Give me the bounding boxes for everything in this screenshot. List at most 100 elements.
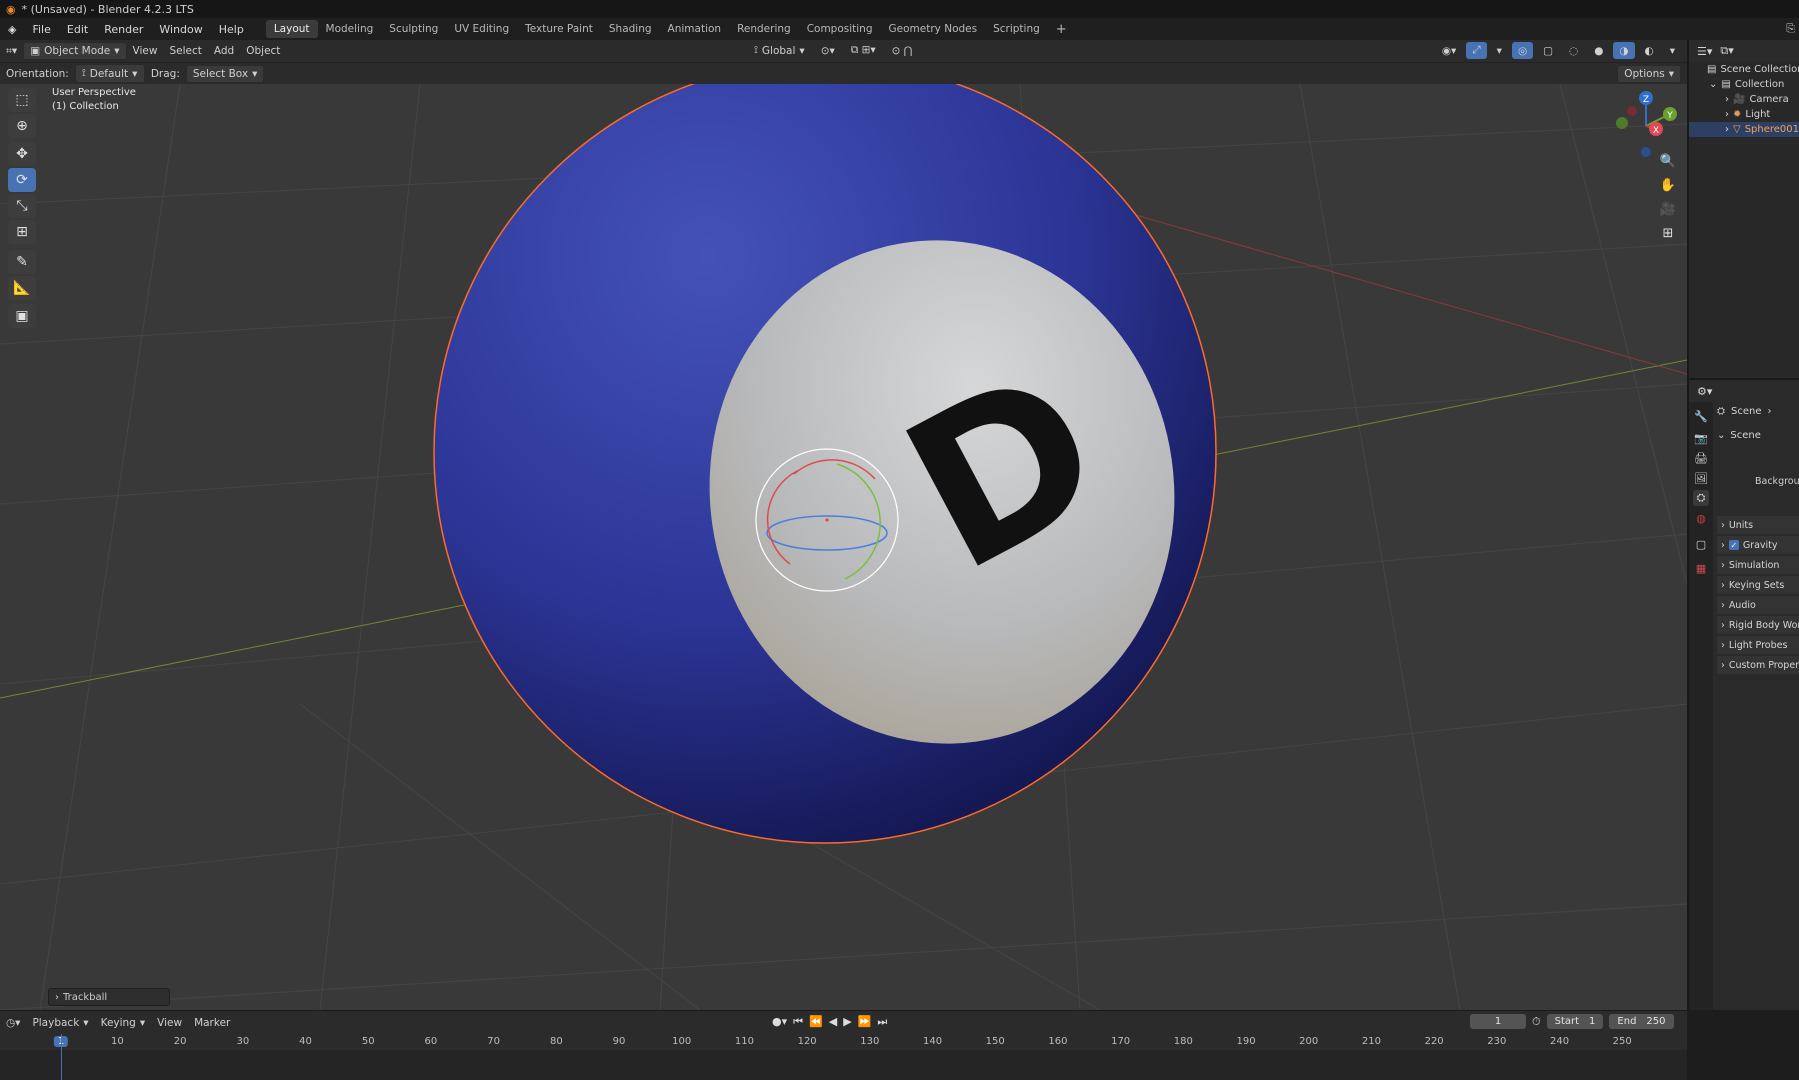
ortho-perspective-icon[interactable]: ⊞ — [1656, 222, 1680, 244]
blender-menu-icon[interactable]: ◈ — [0, 23, 24, 36]
display-mode-icon[interactable]: ⧉▾ — [1720, 44, 1733, 58]
panel-custom-properties[interactable]: ›Custom Properties — [1717, 656, 1799, 674]
menu-select[interactable]: Select — [163, 43, 207, 59]
world-tab-icon[interactable]: ◍ — [1693, 510, 1709, 526]
timeline-view-menu[interactable]: View — [151, 1015, 188, 1031]
menu-object[interactable]: Object — [240, 43, 286, 59]
transform-orientation-select[interactable]: ⟟ Global ▾ — [748, 42, 811, 59]
menu-edit[interactable]: Edit — [59, 23, 96, 36]
pivot-point-icon[interactable]: ⊙▾ — [815, 42, 841, 59]
render-tab-icon[interactable]: 📷 — [1693, 430, 1709, 446]
editor-type-icon[interactable]: ⌗▾ — [0, 43, 23, 60]
outliner-item-collection[interactable]: ⌄ ▤ Collection — [1689, 77, 1799, 92]
playback-menu[interactable]: Playback ▾ — [26, 1015, 94, 1031]
play-reverse-icon[interactable]: ◀ — [829, 1015, 837, 1029]
keying-menu[interactable]: Keying ▾ — [95, 1015, 152, 1031]
panel-light-probes[interactable]: › Light Probes — [1717, 636, 1799, 654]
tab-compositing[interactable]: Compositing — [799, 20, 881, 38]
marker-menu[interactable]: Marker — [188, 1015, 236, 1031]
tab-scripting[interactable]: Scripting — [985, 20, 1048, 38]
transform-tool-icon[interactable]: ⊞ — [8, 220, 36, 244]
chevron-down-icon[interactable]: ⌄ — [1709, 79, 1717, 90]
material-shading-icon[interactable]: ◑ — [1613, 42, 1635, 59]
tab-uv-editing[interactable]: UV Editing — [446, 20, 517, 38]
auto-keying-icon[interactable]: ●▾ — [772, 1015, 787, 1029]
cursor-tool-icon[interactable]: ⊕ — [8, 114, 36, 138]
proportional-edit-icon[interactable]: ⊙ ⋂ — [886, 42, 919, 59]
outliner-item-light[interactable]: › ✹ Light — [1689, 107, 1799, 122]
collection-tab-icon[interactable]: ▢ — [1693, 536, 1709, 552]
tab-texture-paint[interactable]: Texture Paint — [517, 20, 601, 38]
visibility-icon[interactable]: ◉▾ — [1436, 42, 1462, 59]
start-frame-field[interactable]: Start 1 — [1546, 1014, 1604, 1029]
menu-file[interactable]: File — [24, 23, 58, 36]
overlay-toggle-icon[interactable]: ◎ — [1511, 42, 1534, 59]
panel-audio[interactable]: › Audio — [1717, 596, 1799, 614]
billiard-ball[interactable]: D — [433, 84, 1217, 844]
gravity-checkbox[interactable]: ✓ — [1728, 540, 1739, 550]
playhead-line[interactable] — [61, 1034, 62, 1080]
menu-help[interactable]: Help — [211, 23, 252, 36]
output-tab-icon[interactable]: 🖨 — [1693, 450, 1709, 466]
frame-ruler[interactable]: 1102030405060708090100110120130140150160… — [0, 1034, 1687, 1050]
outliner-editor-icon[interactable]: ☰▾ — [1697, 45, 1712, 58]
scene-panel-header[interactable]: ⌄ Scene — [1717, 430, 1761, 441]
timeline-editor-icon[interactable]: ◷▾ — [0, 1015, 26, 1031]
panel-rigid-body-world[interactable]: ›Rigid Body World — [1717, 616, 1799, 634]
menu-add[interactable]: Add — [208, 43, 240, 59]
drag-select[interactable]: Select Box ▾ — [185, 64, 265, 83]
panel-units[interactable]: › Units — [1717, 516, 1799, 534]
tab-sculpting[interactable]: Sculpting — [381, 20, 446, 38]
select-box-tool-icon[interactable]: ⬚ — [8, 88, 36, 112]
panel-simulation[interactable]: › Simulation — [1717, 556, 1799, 574]
menu-window[interactable]: Window — [151, 23, 210, 36]
jump-end-icon[interactable]: ⏭ — [877, 1015, 887, 1029]
orientation-select[interactable]: ⟟ Default ▾ — [74, 64, 145, 83]
current-frame-field[interactable]: 1 — [1470, 1014, 1526, 1029]
xray-icon[interactable]: ▢ — [1537, 42, 1559, 59]
rotate-tool-icon[interactable]: ⟳ — [8, 168, 36, 192]
view-layer-tab-icon[interactable]: 🖼 — [1693, 470, 1709, 486]
scene-tab-icon[interactable]: ⛭ — [1693, 490, 1709, 506]
outliner-item-camera[interactable]: › 🎥 Camera — [1689, 92, 1799, 107]
outliner-item-sphere001[interactable]: › ▽ Sphere001 — [1689, 122, 1799, 137]
add-workspace-button[interactable]: + — [1048, 19, 1075, 40]
tab-geometry-nodes[interactable]: Geometry Nodes — [881, 20, 986, 38]
pan-hand-icon[interactable]: ✋ — [1656, 174, 1680, 196]
annotate-tool-icon[interactable]: ✎ — [8, 250, 36, 274]
jump-keyframe-forward-icon[interactable]: ⏩ — [858, 1015, 872, 1029]
panel-keying-sets[interactable]: › Keying Sets — [1717, 576, 1799, 594]
gizmo-dropdown-icon[interactable]: ▾ — [1491, 42, 1508, 59]
menu-render[interactable]: Render — [96, 23, 151, 36]
properties-editor-icon[interactable]: ⚙▾ — [1697, 385, 1712, 398]
play-icon[interactable]: ▶ — [843, 1015, 851, 1029]
panel-gravity[interactable]: › ✓ Gravity — [1717, 536, 1799, 554]
chevron-right-icon[interactable]: › — [1725, 94, 1729, 105]
snap-icon[interactable]: ⧉ ⊞▾ — [845, 42, 882, 59]
jump-keyframe-back-icon[interactable]: ⏪ — [809, 1015, 823, 1029]
last-operator-panel[interactable]: › Trackball — [48, 988, 170, 1006]
move-tool-icon[interactable]: ✥ — [8, 142, 36, 166]
tab-layout[interactable]: Layout — [265, 20, 318, 38]
add-cube-tool-icon[interactable]: ▣ — [8, 304, 36, 328]
chevron-right-icon[interactable]: › — [1725, 109, 1729, 120]
viewport-canvas[interactable]: D Z Y X — [0, 84, 1687, 1010]
gizmo-toggle-icon[interactable]: ⤢ — [1466, 42, 1487, 59]
measure-tool-icon[interactable]: 📐 — [8, 276, 36, 300]
tab-animation[interactable]: Animation — [660, 20, 730, 38]
mode-select[interactable]: ▣ Object Mode ▾ — [23, 42, 127, 60]
scene-selector-icon[interactable]: ⎘ — [1786, 22, 1795, 36]
texture-tab-icon[interactable]: ▦ — [1693, 560, 1709, 576]
shading-dropdown-icon[interactable]: ▾ — [1664, 42, 1681, 59]
camera-view-icon[interactable]: 🎥 — [1656, 198, 1680, 220]
wireframe-shading-icon[interactable]: ◌ — [1563, 42, 1584, 59]
solid-shading-icon[interactable]: ● — [1588, 42, 1609, 59]
stopwatch-icon[interactable]: ⏱ — [1532, 1015, 1541, 1029]
rendered-shading-icon[interactable]: ◐ — [1639, 42, 1660, 59]
tab-shading[interactable]: Shading — [601, 20, 660, 38]
chevron-right-icon[interactable]: › — [1725, 124, 1729, 135]
jump-start-icon[interactable]: ⏮ — [793, 1015, 803, 1029]
tab-rendering[interactable]: Rendering — [729, 20, 799, 38]
tab-modeling[interactable]: Modeling — [318, 20, 382, 38]
menu-view[interactable]: View — [127, 43, 164, 59]
